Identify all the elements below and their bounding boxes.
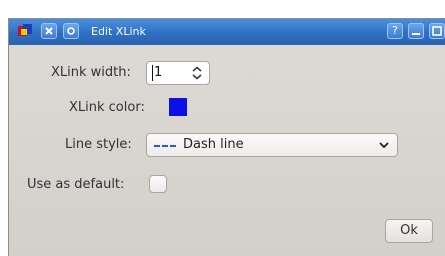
pin-icon (67, 27, 75, 35)
minimize-button[interactable] (408, 23, 424, 39)
help-button[interactable]: ? (387, 23, 403, 39)
help-icon: ? (392, 24, 398, 37)
close-icon (45, 27, 53, 35)
xlink-width-spinbox[interactable]: 1 (146, 61, 210, 85)
use-as-default-checkbox[interactable] (149, 175, 167, 193)
minimize-icon (412, 33, 420, 35)
ok-button[interactable]: Ok (385, 219, 433, 243)
maximize-button[interactable] (429, 23, 445, 39)
line-style-label: Line style: (65, 137, 132, 152)
line-style-dropdown[interactable]: Dash line (146, 133, 398, 157)
close-button[interactable] (41, 23, 57, 39)
chevron-down-icon (379, 142, 389, 149)
spin-arrows-icon[interactable] (191, 66, 203, 80)
xlink-width-label: XLink width: (51, 65, 131, 80)
xlink-color-label: XLink color: (69, 100, 145, 115)
edit-xlink-dialog: Edit XLink ? XLink width: 1 XLink color:… (8, 18, 445, 256)
title-bar[interactable]: Edit XLink ? (9, 19, 445, 45)
pin-button[interactable] (63, 23, 79, 39)
app-icon[interactable] (17, 23, 33, 39)
window-title: Edit XLink (91, 25, 146, 38)
xlink-width-value[interactable]: 1 (152, 65, 162, 81)
maximize-icon (432, 26, 442, 36)
dash-line-icon (154, 145, 176, 147)
use-as-default-label: Use as default: (27, 177, 125, 192)
line-style-value: Dash line (183, 137, 244, 152)
xlink-color-swatch[interactable] (169, 98, 187, 116)
